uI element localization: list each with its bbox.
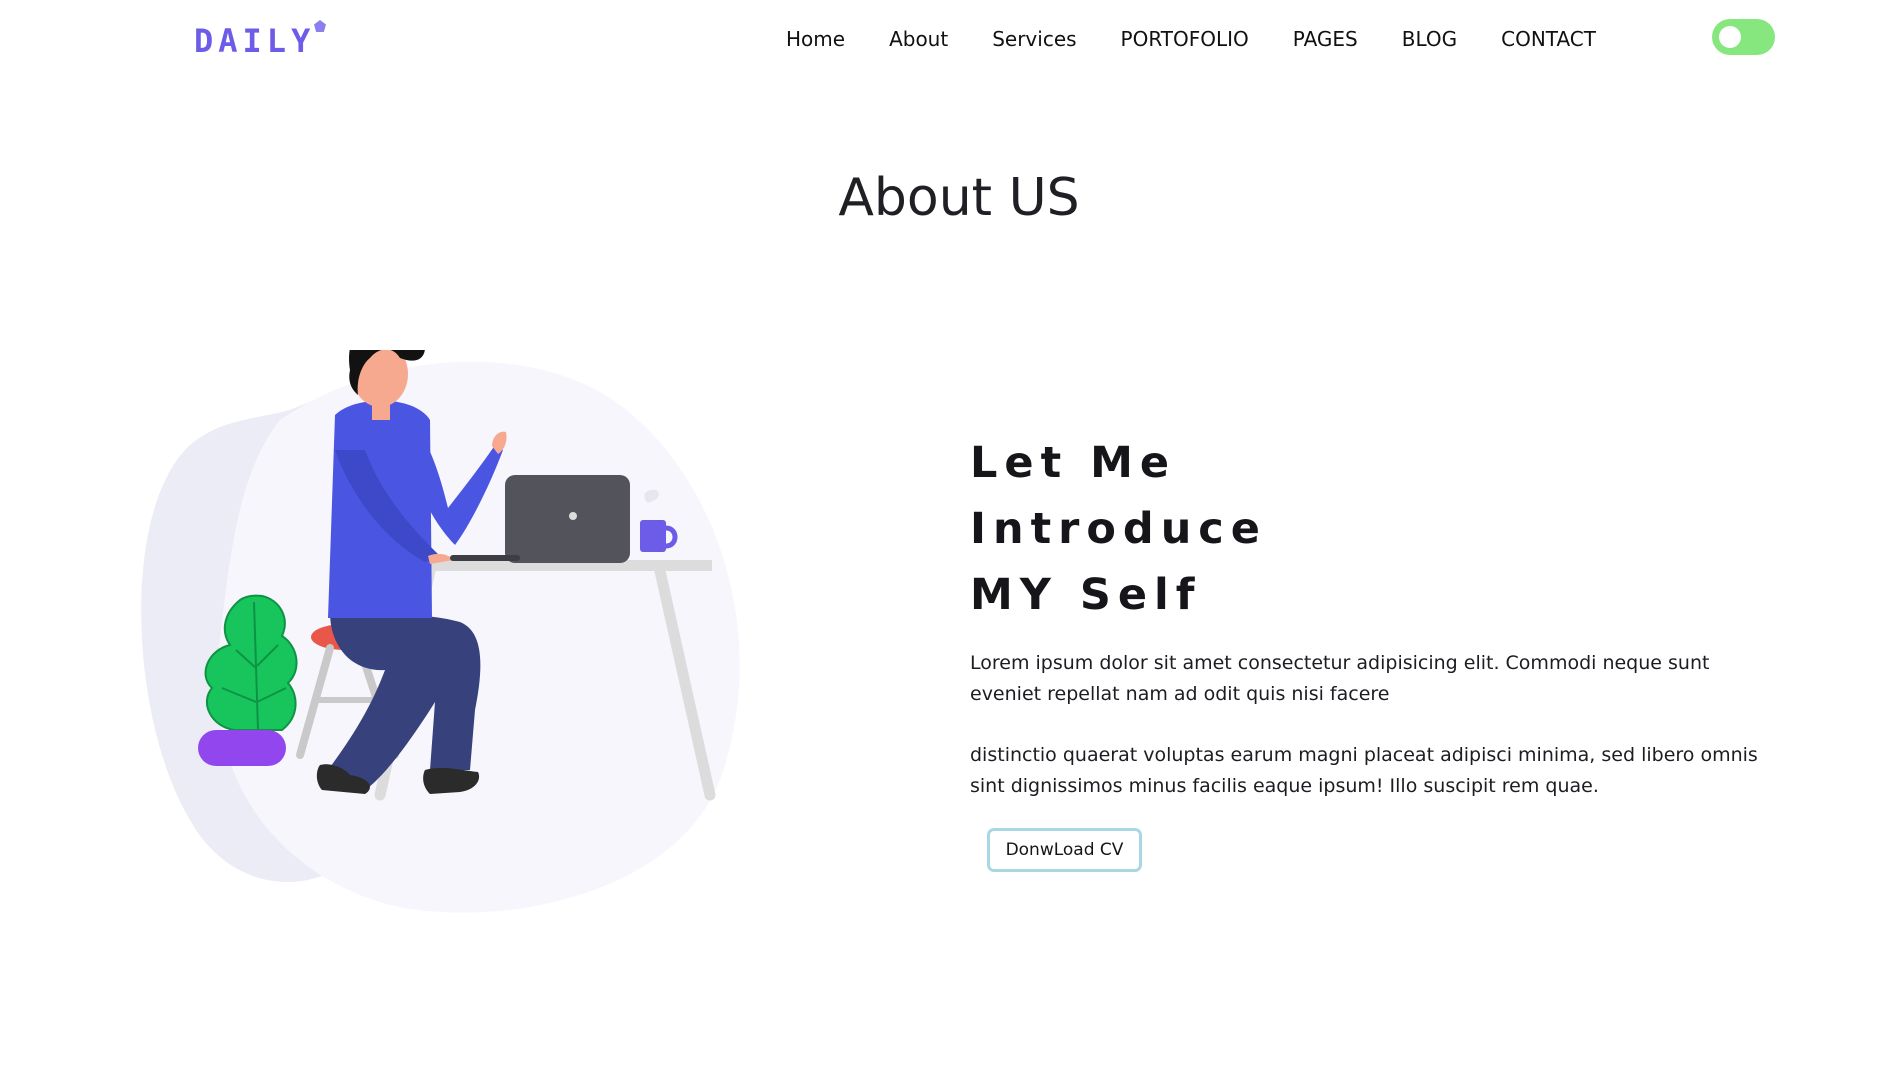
intro-paragraph: distinctio quaerat voluptas earum magni … — [970, 744, 1758, 797]
intro-section: Let Me Introduce MY Self Lorem ipsum dol… — [970, 430, 1780, 802]
nav-item-services[interactable]: Services — [992, 27, 1076, 51]
intro-heading: Let Me Introduce MY Self — [970, 430, 1780, 628]
theme-toggle[interactable] — [1712, 19, 1775, 55]
mug-body — [640, 520, 666, 552]
nav-item-about[interactable]: About — [889, 27, 948, 51]
laptop-camera — [569, 512, 577, 520]
nav-item-home[interactable]: Home — [786, 27, 845, 51]
nav-item-blog[interactable]: BLOG — [1402, 27, 1457, 51]
theme-toggle-knob — [1719, 26, 1741, 48]
nav-item-portofolio[interactable]: PORTOFOLIO — [1121, 27, 1249, 51]
laptop-base — [450, 555, 520, 561]
background-blob-front — [216, 361, 740, 913]
download-cv-button[interactable]: DonwLoad CV — [987, 828, 1142, 872]
logo[interactable]: DAILY — [194, 20, 344, 64]
intro-heading-line: Let Me — [970, 438, 1177, 488]
site-header: DAILY Home About Services PORTOFOLIO PAG… — [0, 0, 1898, 80]
nav-item-pages[interactable]: PAGES — [1293, 27, 1358, 51]
logo-text: DAILY — [194, 22, 316, 60]
logo-pentagon-icon — [314, 20, 326, 32]
plant-pot — [198, 730, 286, 766]
intro-heading-line: Introduce — [970, 504, 1267, 554]
intro-heading-line: MY Self — [970, 570, 1202, 620]
intro-paragraph: Lorem ipsum dolor sit amet consectetur a… — [970, 652, 1710, 705]
nav-item-contact[interactable]: CONTACT — [1501, 27, 1596, 51]
working-person-illustration — [141, 350, 740, 913]
laptop-screen — [505, 475, 630, 563]
main-nav: Home About Services PORTOFOLIO PAGES BLO… — [786, 24, 1596, 54]
section-title: About US — [838, 168, 1080, 228]
